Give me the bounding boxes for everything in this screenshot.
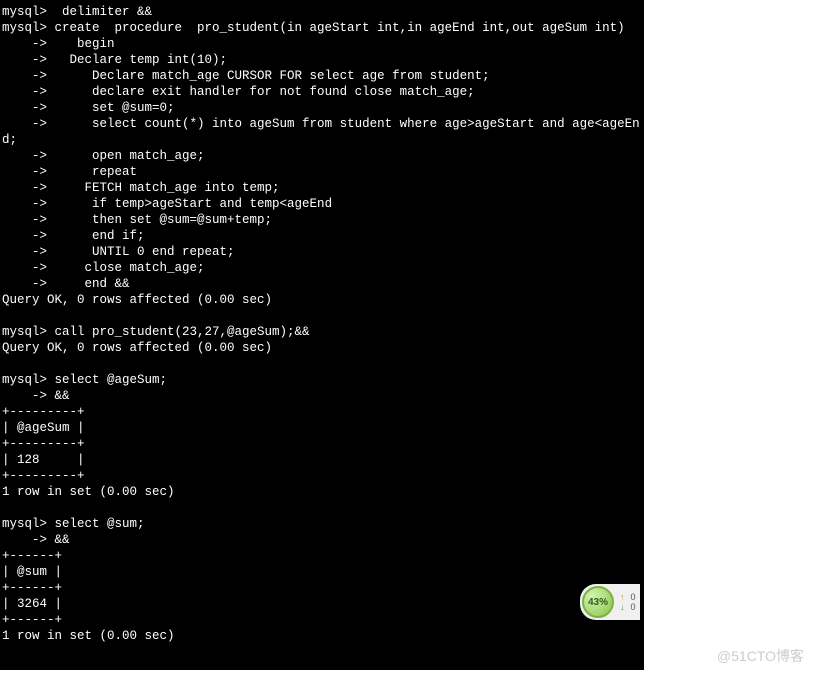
terminal-line: mysql> create procedure pro_student(in a… (2, 20, 642, 36)
terminal-line: +------+ (2, 580, 642, 596)
terminal-line: mysql> select @sum; (2, 516, 642, 532)
terminal-line: -> declare exit handler for not found cl… (2, 84, 642, 100)
terminal-line: -> repeat (2, 164, 642, 180)
terminal-line: 1 row in set (0.00 sec) (2, 484, 642, 500)
terminal-line: Query OK, 0 rows affected (0.00 sec) (2, 292, 642, 308)
terminal-line: -> && (2, 532, 642, 548)
terminal-line: -> && (2, 388, 642, 404)
percent-circle: 43% (582, 586, 614, 618)
terminal-line: -> open match_age; (2, 148, 642, 164)
terminal-window[interactable]: mysql> delimiter &&mysql> create procedu… (0, 0, 644, 670)
terminal-line: | 128 | (2, 452, 642, 468)
terminal-line: mysql> select @ageSum; (2, 372, 642, 388)
terminal-line (2, 308, 642, 324)
terminal-line: -> UNTIL 0 end repeat; (2, 244, 642, 260)
terminal-line: -> Declare match_age CURSOR FOR select a… (2, 68, 642, 84)
terminal-line (2, 500, 642, 516)
terminal-line: Query OK, 0 rows affected (0.00 sec) (2, 340, 642, 356)
terminal-line: | @ageSum | (2, 420, 642, 436)
terminal-line: -> then set @sum=@sum+temp; (2, 212, 642, 228)
terminal-line: +---------+ (2, 404, 642, 420)
upload-value: 0 (631, 592, 636, 602)
speed-arrows: ↑ 0 ↓ 0 (620, 592, 636, 612)
terminal-line (2, 644, 642, 660)
terminal-line: -> close match_age; (2, 260, 642, 276)
terminal-line: -> if temp>ageStart and temp<ageEnd (2, 196, 642, 212)
terminal-line: -> Declare temp int(10); (2, 52, 642, 68)
terminal-line (2, 356, 642, 372)
terminal-line: +---------+ (2, 436, 642, 452)
terminal-line: +---------+ (2, 468, 642, 484)
arrow-down-icon: ↓ (620, 602, 625, 612)
terminal-line: -> begin (2, 36, 642, 52)
terminal-line: +------+ (2, 612, 642, 628)
terminal-line: | 3264 | (2, 596, 642, 612)
terminal-line: -> end if; (2, 228, 642, 244)
terminal-line: mysql> call pro_student(23,27,@ageSum);&… (2, 324, 642, 340)
terminal-line: +------+ (2, 548, 642, 564)
download-value: 0 (631, 602, 636, 612)
terminal-line: | @sum | (2, 564, 642, 580)
terminal-line: 1 row in set (0.00 sec) (2, 628, 642, 644)
watermark-text: @51CTO博客 (717, 646, 804, 666)
arrow-up-icon: ↑ (620, 592, 625, 602)
network-indicator: 43% ↑ 0 ↓ 0 (580, 584, 640, 620)
terminal-line: -> end && (2, 276, 642, 292)
terminal-line: mysql> delimiter && (2, 4, 642, 20)
terminal-line: -> FETCH match_age into temp; (2, 180, 642, 196)
terminal-line: -> set @sum=0; (2, 100, 642, 116)
terminal-line: -> select count(*) into ageSum from stud… (2, 116, 642, 148)
